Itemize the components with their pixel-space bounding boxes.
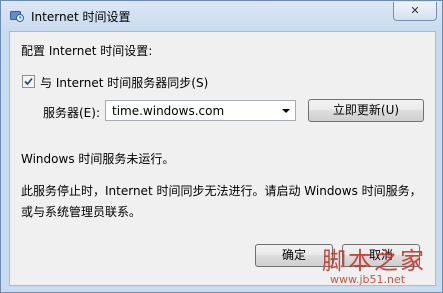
- service-help-line1: 此服务停止时，Internet 时间同步无法进行。请启动 Windows 时间服…: [21, 184, 422, 198]
- clock-globe-icon: [10, 9, 24, 23]
- title-bar[interactable]: Internet 时间设置 ✕: [1, 1, 442, 31]
- sync-checkbox-label[interactable]: 与 Internet 时间服务器同步(S): [40, 74, 208, 91]
- section-heading: 配置 Internet 时间设置:: [21, 44, 153, 58]
- dialog-window: Internet 时间设置 ✕ 配置 Internet 时间设置: 与 Inte…: [0, 0, 443, 293]
- server-label: 服务器(E):: [43, 106, 100, 120]
- chevron-down-icon: [282, 109, 290, 113]
- site-watermark: 脚本之家 www.jb51.net: [316, 239, 438, 289]
- server-select[interactable]: time.windows.com: [105, 100, 296, 121]
- sync-checkbox[interactable]: [22, 75, 35, 88]
- service-status-text: Windows 时间服务未运行。: [21, 152, 175, 166]
- watermark-url: www.jb51.net: [330, 273, 406, 286]
- close-icon: ✕: [410, 4, 420, 17]
- window-title: Internet 时间设置: [31, 10, 131, 24]
- checkmark-icon: [24, 77, 33, 86]
- service-help-line2: 或与系统管理员联系。: [21, 205, 142, 219]
- server-select-value: time.windows.com: [112, 104, 225, 118]
- update-now-button[interactable]: 立即更新(U): [308, 99, 424, 122]
- close-button[interactable]: ✕: [393, 2, 437, 21]
- watermark-text: 脚本之家: [322, 247, 426, 275]
